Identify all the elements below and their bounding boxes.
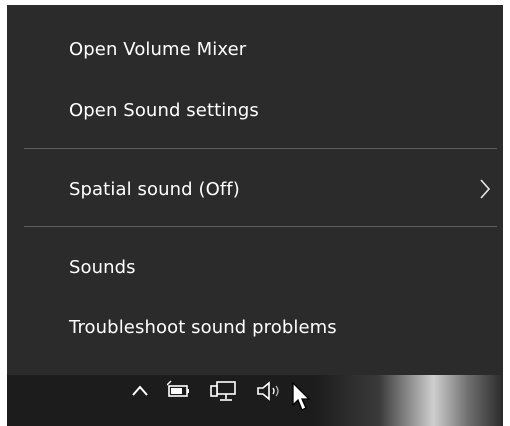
chevron-up-icon[interactable] [131,379,149,403]
menu-item-troubleshoot-sound-problems[interactable]: Troubleshoot sound problems [7,305,503,349]
network-icon[interactable] [208,379,238,403]
speaker-icon[interactable] [255,379,285,403]
menu-separator [24,226,497,227]
taskbar [7,375,503,426]
chevron-right-icon [480,179,491,199]
menu-item-sounds[interactable]: Sounds [7,245,503,289]
sound-context-menu: Open Volume Mixer Open Sound settings Sp… [7,5,503,375]
menu-item-open-volume-mixer[interactable]: Open Volume Mixer [7,27,503,71]
menu-separator [24,148,497,149]
menu-item-spatial-sound[interactable]: Spatial sound (Off) [7,167,503,211]
desktop-screen: Open Volume Mixer Open Sound settings Sp… [0,0,510,426]
menu-item-open-sound-settings[interactable]: Open Sound settings [7,88,503,132]
mouse-cursor-icon [292,382,311,411]
battery-icon[interactable] [167,379,191,403]
menu-item-spatial-sound-label: Spatial sound (Off) [69,178,240,200]
